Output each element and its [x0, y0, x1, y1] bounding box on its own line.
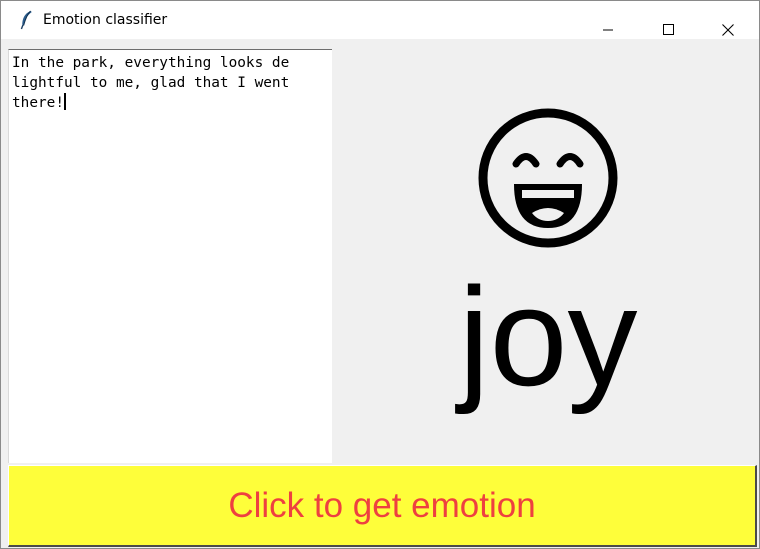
- maximize-button[interactable]: [639, 1, 697, 39]
- text-cursor: [63, 93, 66, 110]
- text-line: In the park, everything looks de: [12, 55, 290, 71]
- feather-icon: [18, 10, 34, 30]
- minimize-button[interactable]: [579, 1, 637, 39]
- emotion-label: joy: [458, 258, 638, 415]
- text-line: lightful to me, glad that I went: [12, 75, 290, 91]
- get-emotion-button[interactable]: Click to get emotion: [8, 465, 757, 547]
- text-input[interactable]: In the park, everything looks de lightfu…: [8, 49, 332, 463]
- window-title: Emotion classifier: [43, 12, 168, 28]
- grinning-face-smiling-eyes-icon: [478, 108, 618, 248]
- emotion-output-panel: joy: [339, 49, 757, 465]
- app-window: Emotion classifier In the park, everythi…: [0, 0, 760, 549]
- title-bar[interactable]: Emotion classifier: [1, 1, 759, 39]
- close-button[interactable]: [699, 1, 757, 39]
- close-icon: [722, 24, 734, 36]
- minimize-icon: [603, 29, 613, 31]
- maximize-icon: [663, 24, 674, 35]
- text-line: there!: [12, 95, 64, 111]
